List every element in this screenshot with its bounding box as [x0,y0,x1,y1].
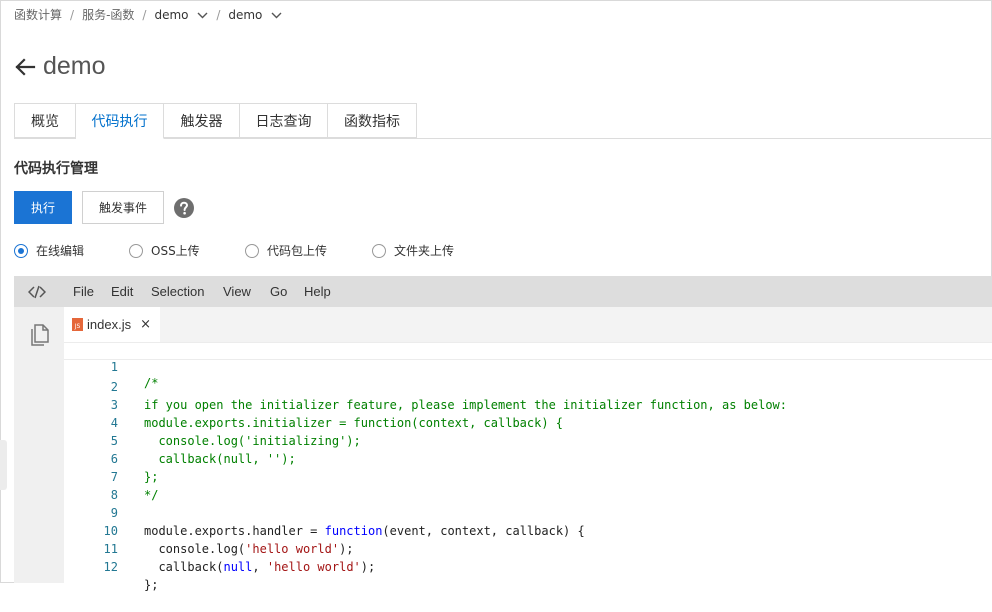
breadcrumb: 函数计算 / 服务-函数 / demo / demo [14,6,282,23]
radio-unchecked-icon [372,243,386,258]
tab-bar: 概览 代码执行 触发器 日志查询 函数指标 [14,103,417,139]
editor-logo-icon [28,285,46,299]
close-icon[interactable]: × [140,317,151,332]
trigger-event-button[interactable]: 触发事件 [82,191,164,224]
run-button[interactable]: 执行 [14,191,72,224]
line-text: callback(null, 'hello world'); [144,560,376,574]
breadcrumb-function-label: demo [228,7,263,22]
editor-activity-bar [14,307,64,583]
section-title: 代码执行管理 [14,161,98,177]
breadcrumb-item-function-dropdown[interactable]: demo [228,8,282,22]
radio-label: 在线编辑 [36,244,85,258]
code-line: 8 [64,468,992,502]
code-line: 5 callback(null, ''); [64,414,992,466]
page-title: demo [43,52,106,80]
help-icon[interactable] [174,198,194,218]
files-explorer-icon[interactable] [28,323,50,347]
radio-online-edit[interactable]: 在线编辑 [14,242,84,259]
radio-unchecked-icon [129,243,143,258]
code-line: 4 console.log('initializing'); [64,396,992,448]
tab-log-query[interactable]: 日志查询 [240,103,328,138]
radio-label: OSS上传 [151,244,200,258]
menu-file[interactable]: File [73,284,94,299]
code-line: 11 callback(null, 'hello world'); [64,522,992,574]
side-collapse-handle[interactable] [0,440,7,490]
code-line: 1 /* [64,342,992,390]
radio-label: 文件夹上传 [394,244,455,258]
js-file-icon: JS [72,318,83,331]
breadcrumb-separator: / [216,7,221,22]
radio-checked-icon [14,243,28,258]
chevron-down-icon [197,12,208,18]
breadcrumb-item-function-compute[interactable]: 函数计算 [14,6,62,23]
breadcrumb-item-service-dropdown[interactable]: demo [154,8,208,22]
radio-folder-upload[interactable]: 文件夹上传 [372,242,454,259]
page-header: demo [13,52,106,81]
tab-code-execution[interactable]: 代码执行 [76,103,164,139]
menu-selection[interactable]: Selection [151,284,204,299]
menu-go[interactable]: Go [270,284,287,299]
arrow-left-icon[interactable] [13,55,37,79]
chevron-down-icon [271,12,282,18]
tab-triggers[interactable]: 触发器 [164,103,240,138]
code-line: 9 module.exports.handler = function(even… [64,486,992,538]
line-number: 12 [103,560,118,574]
editor-tab-bar: JS index.js × [64,307,992,342]
radio-zip-upload[interactable]: 代码包上传 [245,242,327,259]
code-line: 6 }; [64,432,992,484]
code-line: 3 module.exports.initializer = function(… [64,378,992,430]
code-line: 2 if you open the initializer feature, p… [64,360,992,412]
code-line: 12 }; [64,540,992,592]
breadcrumb-item-service-function[interactable]: 服务-函数 [82,6,134,23]
code-line: 10 console.log('hello world'); [64,504,992,556]
line-text: }; [144,578,159,592]
menu-help[interactable]: Help [304,284,331,299]
radio-oss-upload[interactable]: OSS上传 [129,242,200,259]
tab-overview[interactable]: 概览 [14,103,76,138]
editor-menubar: File Edit Selection View Go Help [14,276,992,307]
breadcrumb-separator: / [142,7,147,22]
menu-view[interactable]: View [223,284,251,299]
code-line: 7 */ [64,450,992,502]
tab-function-metrics[interactable]: 函数指标 [328,103,417,138]
code-editor: File Edit Selection View Go Help JS inde… [14,276,992,592]
breadcrumb-service-label: demo [154,7,189,22]
editor-tab-index-js[interactable]: JS index.js × [64,307,160,342]
editor-tab-filename: index.js [87,317,132,332]
breadcrumb-separator: / [70,7,75,22]
radio-unchecked-icon [245,243,259,258]
menu-edit[interactable]: Edit [111,284,133,299]
code-area[interactable]: 1 /* 2 if you open the initializer featu… [64,342,992,592]
radio-label: 代码包上传 [267,244,328,258]
